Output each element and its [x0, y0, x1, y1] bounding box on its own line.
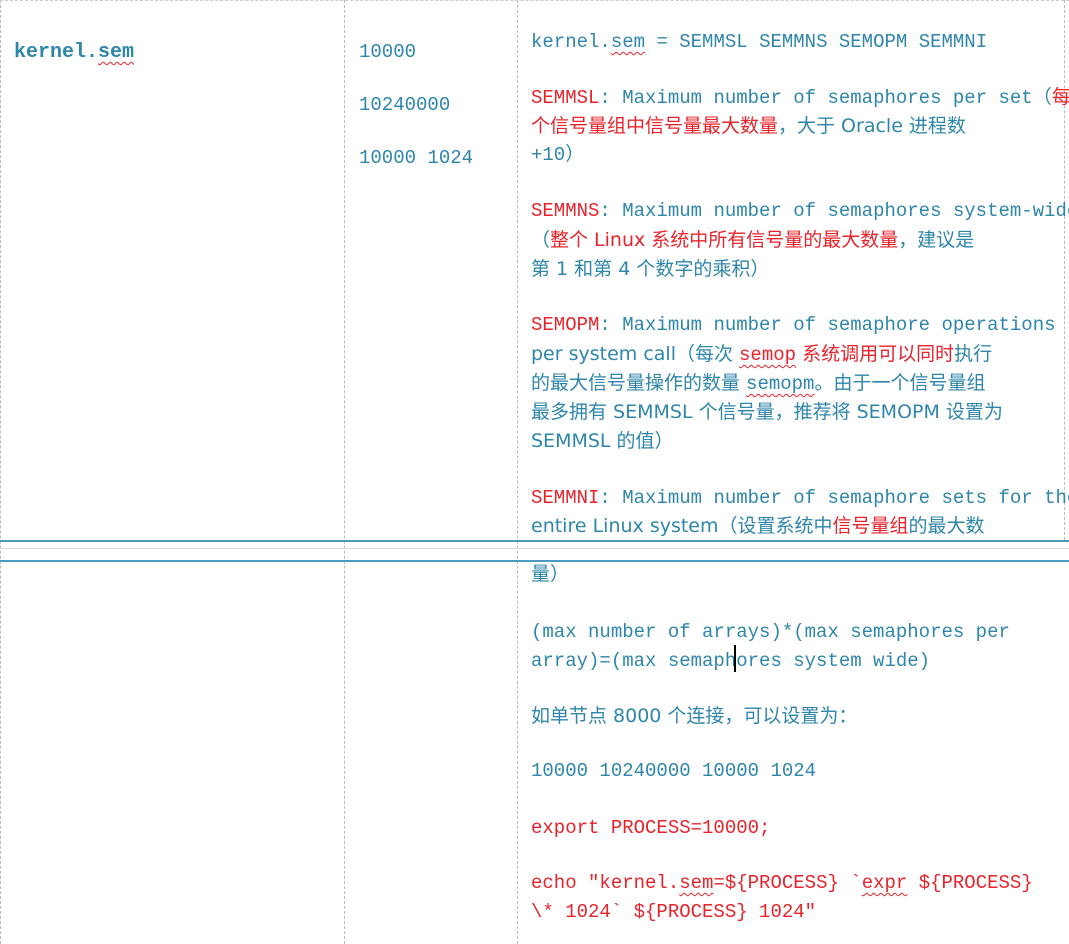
semopm-l3a: 的最大信号量操作的数量 — [531, 372, 747, 394]
column-divider-right — [1064, 0, 1065, 540]
semmns-cn1: （ — [531, 229, 551, 251]
semopm-l2d: 执行 — [954, 343, 993, 365]
semmsl-key: SEMMSL — [531, 87, 600, 109]
semopm-l2b: semop — [739, 344, 797, 366]
semopm-en: : Maximum number of semaphore operations — [599, 314, 1056, 336]
calc-line-1: (max number of arrays)*(max semaphores p… — [531, 621, 1010, 643]
formula-rest: = SEMMSL SEMMNS SEMOPM SEMMNI — [645, 31, 988, 53]
table-top-border — [0, 0, 1069, 1]
echo-l1d: expr — [861, 872, 908, 894]
export-command: export PROCESS=10000; — [531, 817, 771, 839]
semopm-line-1: SEMOPM: Maximum number of semaphore oper… — [531, 311, 1056, 340]
value-2: 10240000 — [359, 94, 451, 116]
value-3: 10000 1024 — [359, 147, 474, 169]
formula-line: kernel.sem = SEMMSL SEMMNS SEMOPM SEMMNI — [531, 28, 987, 57]
calc-line-2: array)=(max semaphores system wide) — [531, 650, 931, 672]
semmns-line-3: 第 1 和第 4 个数字的乘积） — [531, 258, 770, 280]
semmni-line-3: 量） — [531, 563, 570, 585]
semmns-line-1: SEMMNS: Maximum number of semaphores sys… — [531, 197, 1069, 226]
semopm-line-5: SEMMSL 的值） — [531, 430, 674, 452]
column-divider-left — [0, 0, 1, 944]
echo-l1c: =${PROCESS} ` — [713, 872, 862, 894]
semmns-en: : Maximum number of semaphores system-wi… — [599, 200, 1069, 222]
example-values: 10000 10240000 10000 1024 — [531, 760, 817, 782]
semmsl-en: : Maximum number of semaphores per set（ — [599, 87, 1052, 109]
semopm-line-4: 最多拥有 SEMMSL 个信号量，推荐将 SEMOPM 设置为 — [531, 401, 1003, 423]
semopm-l3b: semopm — [746, 373, 815, 395]
echo-l1b: sem — [679, 872, 714, 894]
semmni-l2a: entire Linux system（设置系统中 — [531, 515, 833, 537]
param-name-suffix: sem — [98, 41, 135, 64]
semmni-l2b: 信号量组 — [832, 515, 909, 537]
semopm-l2c: 系统调用可以同时 — [796, 343, 955, 365]
semmsl-line-3: +10） — [531, 144, 585, 166]
semmns-key: SEMMNS — [531, 200, 600, 222]
semopm-l3c: 。由于一个信号量组 — [814, 372, 986, 394]
semmni-line-1: SEMMNI: Maximum number of semaphore sets… — [531, 484, 1069, 513]
semopm-line-3: 的最大信号量操作的数量 semopm。由于一个信号量组 — [531, 369, 985, 399]
param-name: kernel.sem — [14, 38, 134, 67]
semmsl-cn2: 个信号量组中信号量最大数量 — [531, 115, 779, 137]
formula-prefix: kernel. — [531, 31, 611, 53]
formula-sem: sem — [610, 31, 646, 53]
semmns-cn2: 整个 Linux 系统中所有信号量的最大数量 — [550, 229, 899, 251]
example-intro: 如单节点 8000 个连接，可以设置为： — [531, 705, 858, 727]
semmsl-cn1: 每 — [1051, 86, 1069, 108]
semmni-key: SEMMNI — [531, 487, 600, 509]
value-1: 10000 — [359, 41, 417, 63]
semmsl-cn3: ，大于 Oracle 进程数 — [778, 115, 966, 137]
semmsl-line-2: 个信号量组中信号量最大数量，大于 Oracle 进程数 — [531, 112, 966, 142]
param-name-prefix: kernel. — [14, 41, 99, 64]
page-break-gap-line — [0, 548, 1069, 549]
semmns-cn3: ，建议是 — [898, 229, 975, 251]
semopm-key: SEMOPM — [531, 314, 600, 336]
text-cursor — [734, 645, 736, 672]
echo-line-2: \* 1024` ${PROCESS} 1024" — [531, 901, 817, 923]
semmns-line-2: （整个 Linux 系统中所有信号量的最大数量，建议是 — [531, 226, 974, 256]
semmni-en: : Maximum number of semaphore sets for t… — [599, 487, 1069, 509]
echo-l1a: echo "kernel. — [531, 872, 680, 894]
semopm-l2a: per system call（每次 — [531, 343, 740, 365]
semmsl-line-1: SEMMSL: Maximum number of semaphores per… — [531, 83, 1069, 113]
semopm-line-2: per system call（每次 semop 系统调用可以同时执行 — [531, 340, 992, 370]
semmni-line-2: entire Linux system（设置系统中信号量组的最大数 — [531, 512, 985, 542]
semmni-l2c: 的最大数 — [908, 515, 985, 537]
echo-line-1: echo "kernel.sem=${PROCESS} `expr ${PROC… — [531, 869, 1033, 898]
column-divider-2 — [517, 0, 518, 944]
column-divider-1 — [344, 0, 345, 944]
echo-l1e: ${PROCESS} — [907, 872, 1033, 894]
